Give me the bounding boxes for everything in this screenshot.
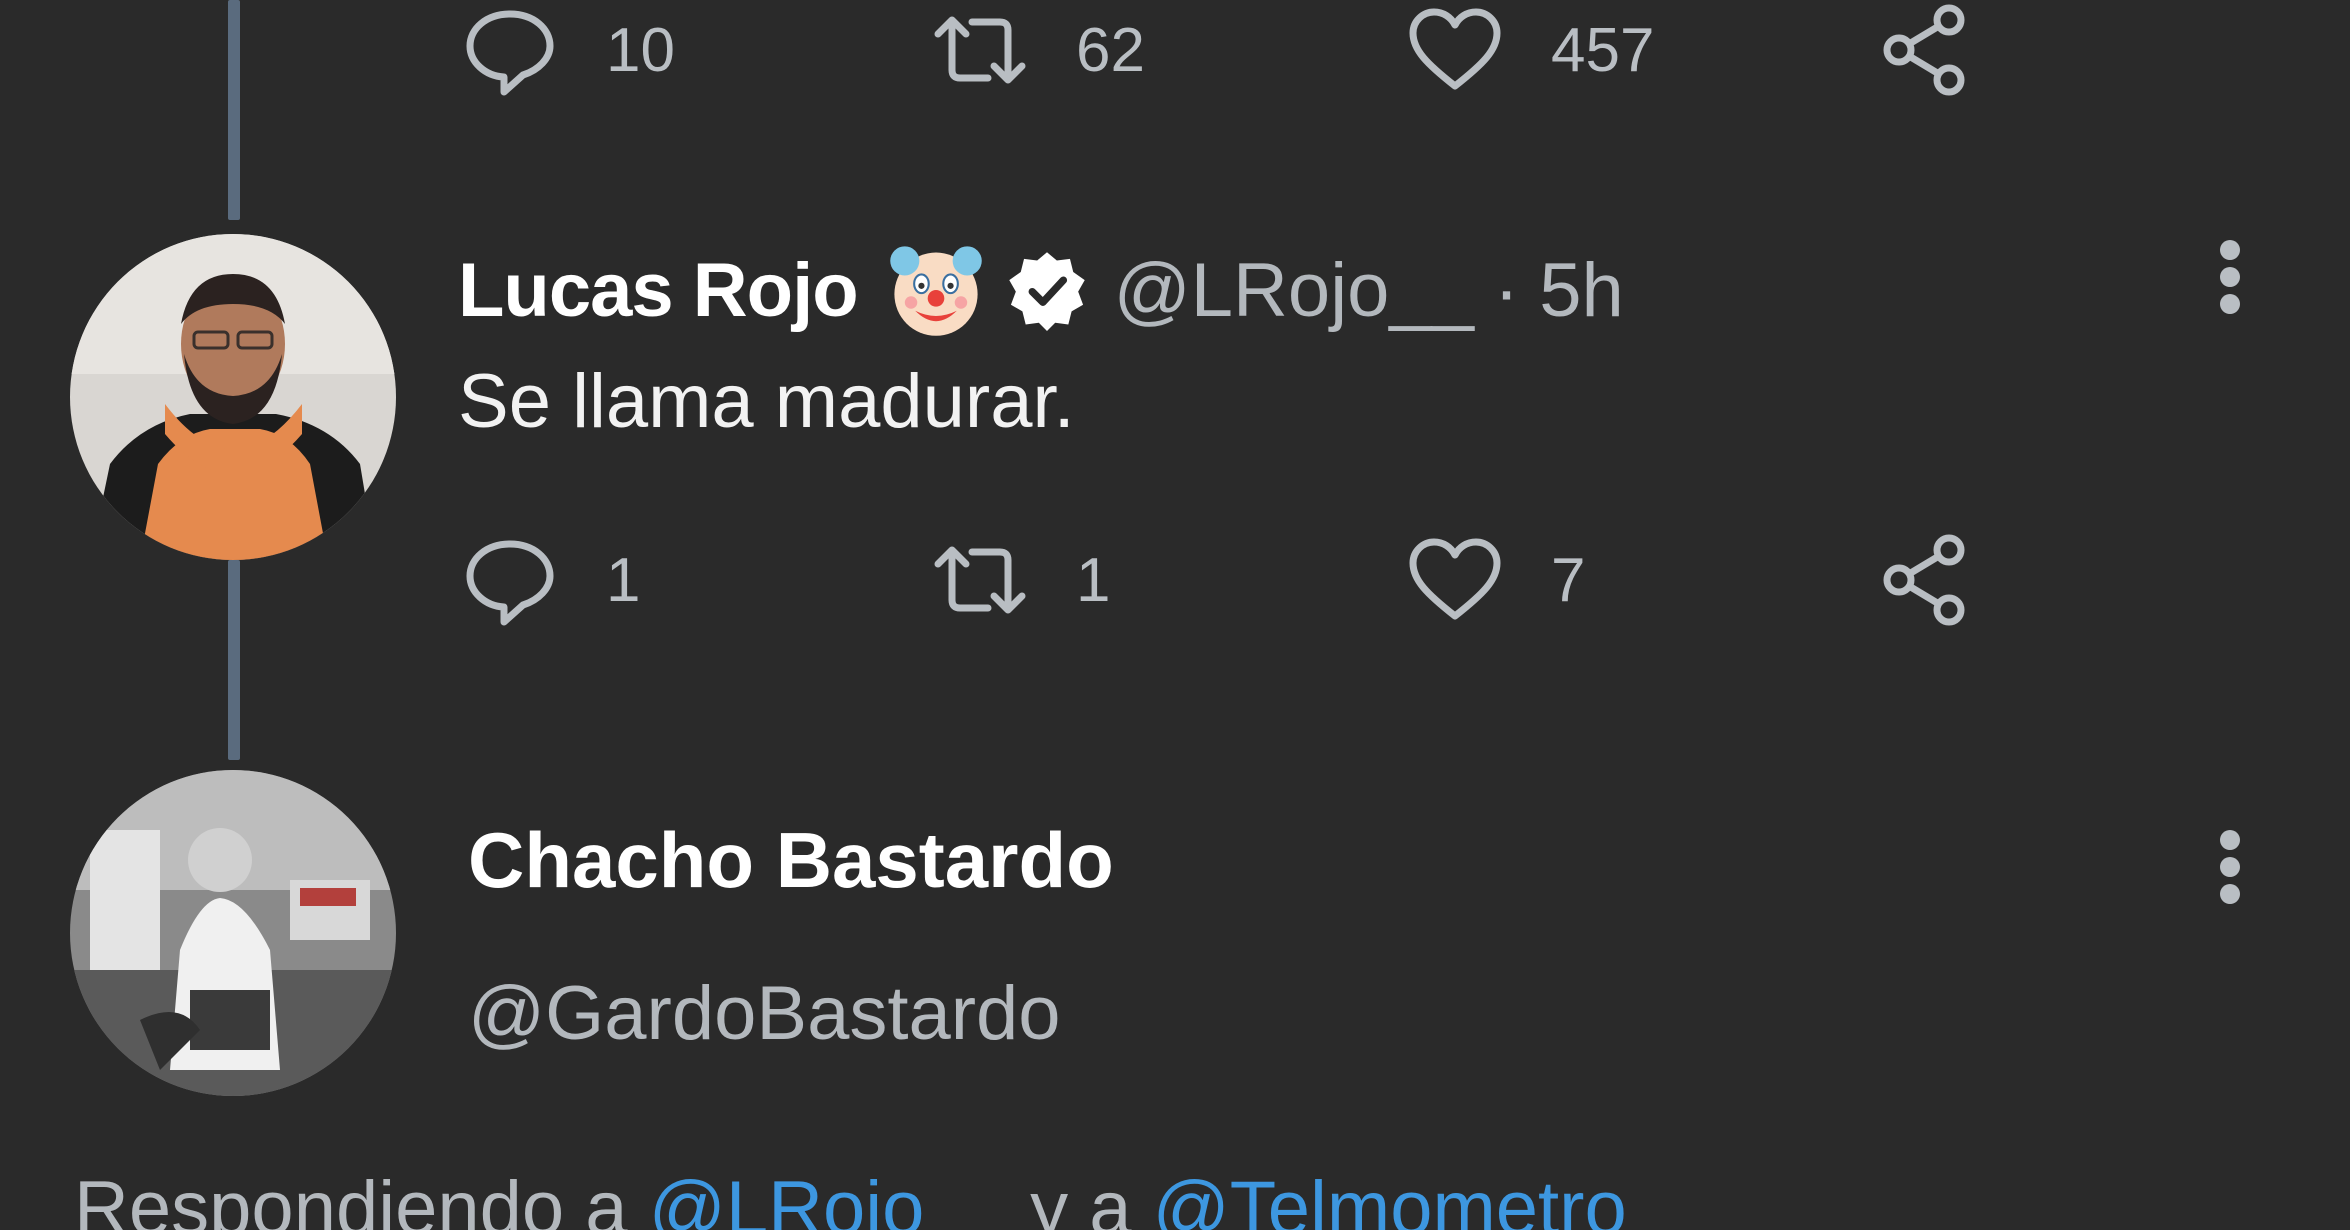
- thread-connector-line-top: [228, 0, 240, 220]
- mention-link-telmometro[interactable]: @Telmometro: [1153, 1166, 1627, 1230]
- retweet-button[interactable]: 1: [930, 525, 1110, 635]
- tweet-thread: 10 62 457 Lucas Rojo @LRojo__ · 5h Se ll…: [0, 0, 2350, 1230]
- tweet-timestamp[interactable]: 5h: [1539, 247, 1624, 334]
- replying-prefix: Respondiendo a: [74, 1166, 628, 1230]
- retweet-icon: [934, 546, 1026, 614]
- mention-link-lrojo[interactable]: @LRojo__: [649, 1166, 1009, 1230]
- like-button[interactable]: 7: [1405, 525, 1585, 635]
- user-handle[interactable]: @LRojo__: [1114, 247, 1474, 334]
- tweet-header-lucas-rojo: Lucas Rojo @LRojo__ · 5h: [458, 230, 1624, 350]
- retweet-count: 1: [1076, 545, 1111, 615]
- thread-connector-line-middle: [228, 560, 240, 760]
- reply-count: 1: [606, 545, 641, 615]
- replying-to-line: Respondiendo a @LRojo__ y a @Telmometro: [74, 1165, 1627, 1230]
- retweet-button[interactable]: 62: [930, 0, 1145, 105]
- share-icon: [1883, 534, 1965, 626]
- avatar-image: [70, 770, 396, 1096]
- top-tweet-action-bar: 10 62 457: [460, 0, 2020, 105]
- reply-button[interactable]: 1: [460, 525, 640, 635]
- like-icon: [1409, 8, 1501, 90]
- retweet-icon: [934, 16, 1026, 84]
- like-icon: [1409, 538, 1501, 620]
- clown-emoji-icon: [889, 246, 982, 336]
- verified-badge-icon: [1008, 252, 1085, 331]
- avatar-image: [70, 234, 396, 560]
- display-name[interactable]: Lucas Rojo: [458, 247, 859, 334]
- reply-tweet-action-bar: 1 1 7: [460, 525, 2020, 635]
- more-options-button[interactable]: [2210, 222, 2250, 332]
- reply-button[interactable]: 10: [460, 0, 675, 105]
- more-options-button[interactable]: [2210, 812, 2250, 922]
- retweet-count: 62: [1076, 15, 1145, 85]
- user-handle[interactable]: @GardoBastardo: [468, 970, 1061, 1057]
- tweet-text: Se llama madurar.: [458, 359, 1075, 444]
- reply-count: 10: [606, 15, 675, 85]
- share-button[interactable]: [1875, 0, 1975, 105]
- share-button[interactable]: [1875, 525, 1975, 635]
- reply-icon: [466, 10, 554, 96]
- like-button[interactable]: 457: [1405, 0, 1654, 105]
- separator-dot: ·: [1493, 247, 1520, 333]
- share-icon: [1883, 4, 1965, 96]
- like-count: 457: [1551, 15, 1655, 85]
- like-count: 7: [1551, 545, 1586, 615]
- avatar-lucas-rojo[interactable]: [70, 234, 396, 560]
- reply-icon: [466, 540, 554, 626]
- avatar-chacho-bastardo[interactable]: [70, 770, 396, 1096]
- display-name[interactable]: Chacho Bastardo: [468, 815, 1114, 906]
- replying-joiner: y a: [1030, 1166, 1132, 1230]
